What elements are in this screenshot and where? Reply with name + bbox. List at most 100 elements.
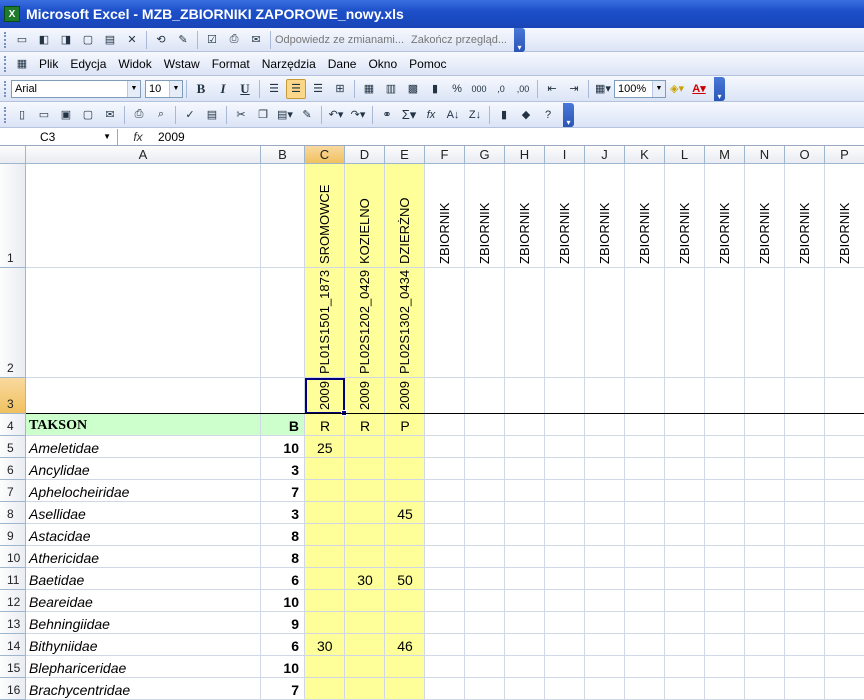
cell-h[interactable] (505, 568, 545, 590)
menu-wstaw[interactable]: Wstaw (158, 57, 206, 71)
cell-f[interactable] (425, 378, 465, 414)
cell-p[interactable] (825, 568, 864, 590)
cell-l[interactable] (665, 378, 705, 414)
cell-m[interactable] (705, 612, 745, 634)
cell-m[interactable] (705, 436, 745, 458)
print-preview-icon[interactable]: ⌕ (151, 105, 171, 125)
cell-i[interactable] (545, 524, 585, 546)
column-header-a[interactable]: A (26, 146, 261, 164)
bar-chart-icon[interactable]: ▮ (425, 79, 445, 99)
cell-p[interactable] (825, 458, 864, 480)
function-icon[interactable]: fx (421, 105, 441, 125)
menu-plik[interactable]: Plik (33, 57, 64, 71)
cell-l[interactable] (665, 458, 705, 480)
cell-o[interactable] (785, 678, 825, 700)
increase-indent-icon[interactable]: ⇥ (564, 79, 584, 99)
cell-k[interactable] (625, 480, 665, 502)
cell-m[interactable] (705, 568, 745, 590)
cell-f[interactable] (425, 480, 465, 502)
row-header[interactable]: 7 (0, 480, 26, 502)
cell-i[interactable] (545, 502, 585, 524)
reply-with-changes-button[interactable]: Odpowiedz ze zmianami... (275, 30, 404, 50)
cell-l[interactable] (665, 268, 705, 378)
cell-h[interactable] (505, 480, 545, 502)
cell-i[interactable] (545, 634, 585, 656)
font-size-select[interactable]: 10 ▼ (145, 79, 183, 98)
cell-k[interactable] (625, 458, 665, 480)
cell-m[interactable] (705, 414, 745, 436)
redo-icon[interactable]: ↷▾ (348, 105, 368, 125)
menu-narzedzia[interactable]: Narzędzia (256, 57, 322, 71)
cell-g[interactable] (465, 612, 505, 634)
cell-o[interactable] (785, 524, 825, 546)
cell-g[interactable] (465, 656, 505, 678)
column-header-e[interactable]: E (385, 146, 425, 164)
chart-icon[interactable]: ▩ (403, 79, 423, 99)
cell-m[interactable] (705, 678, 745, 700)
row-header[interactable]: 2 (0, 268, 26, 378)
cell-h[interactable] (505, 436, 545, 458)
font-color-icon[interactable]: A▾ (689, 79, 709, 99)
show-comment-icon[interactable]: ▢ (78, 30, 98, 50)
column-header-c[interactable]: C (305, 146, 345, 164)
menu-edycja[interactable]: Edycja (64, 57, 112, 71)
cell-p[interactable] (825, 502, 864, 524)
spelling-icon[interactable]: ✓ (180, 105, 200, 125)
cell-o[interactable] (785, 502, 825, 524)
cell-l[interactable] (665, 590, 705, 612)
email-icon[interactable]: ✉ (100, 105, 120, 125)
percent-icon[interactable]: % (447, 79, 467, 99)
function-icon[interactable]: fx (118, 130, 158, 144)
cell-g[interactable] (465, 568, 505, 590)
cell-p[interactable] (825, 634, 864, 656)
cell-g[interactable] (465, 590, 505, 612)
cell-n[interactable] (745, 678, 785, 700)
row-header[interactable]: 3 (0, 378, 26, 414)
print-icon[interactable]: ⎙ (129, 105, 149, 125)
menu-okno[interactable]: Okno (362, 57, 403, 71)
cell-f[interactable] (425, 590, 465, 612)
cell-i[interactable] (545, 612, 585, 634)
cell-o[interactable] (785, 436, 825, 458)
delete-comment-icon[interactable]: ✕ (122, 30, 142, 50)
table-icon[interactable]: ▦ (359, 79, 379, 99)
cell-m[interactable] (705, 546, 745, 568)
column-header-o[interactable]: O (785, 146, 825, 164)
borders-icon[interactable]: ▦▾ (593, 79, 613, 99)
cell-j[interactable] (585, 678, 625, 700)
cell-j[interactable] (585, 378, 625, 414)
cell-n[interactable] (745, 480, 785, 502)
row-header[interactable]: 9 (0, 524, 26, 546)
cell-o[interactable] (785, 590, 825, 612)
cell-f[interactable] (425, 634, 465, 656)
new-icon[interactable]: ▯ (12, 105, 32, 125)
cell-o[interactable] (785, 634, 825, 656)
cell-f[interactable] (425, 414, 465, 436)
cell-f[interactable] (425, 502, 465, 524)
column-header-f[interactable]: F (425, 146, 465, 164)
cell-k[interactable] (625, 414, 665, 436)
menu-widok[interactable]: Widok (112, 57, 157, 71)
decrease-decimal-icon[interactable]: ,00 (513, 79, 533, 99)
next-comment-icon[interactable]: ◨ (56, 30, 76, 50)
open-folder-icon[interactable]: ▭ (34, 105, 54, 125)
cell-p[interactable] (825, 524, 864, 546)
cell-h[interactable] (505, 546, 545, 568)
toolbar-options-icon[interactable]: ▾ (563, 102, 574, 127)
comment-icon[interactable]: ✎ (173, 30, 193, 50)
row-header[interactable]: 13 (0, 612, 26, 634)
cell-h[interactable] (505, 590, 545, 612)
cell-f[interactable] (425, 524, 465, 546)
cell-l[interactable] (665, 480, 705, 502)
cell-j[interactable] (585, 524, 625, 546)
cell-f[interactable] (425, 458, 465, 480)
column-header-m[interactable]: M (705, 146, 745, 164)
cell-l[interactable] (665, 612, 705, 634)
show-all-comments-icon[interactable]: ▤ (100, 30, 120, 50)
cell-n[interactable] (745, 502, 785, 524)
cell-m[interactable] (705, 656, 745, 678)
row-header[interactable]: 6 (0, 458, 26, 480)
cell-j[interactable] (585, 546, 625, 568)
cell-h[interactable] (505, 502, 545, 524)
column-header-n[interactable]: N (745, 146, 785, 164)
